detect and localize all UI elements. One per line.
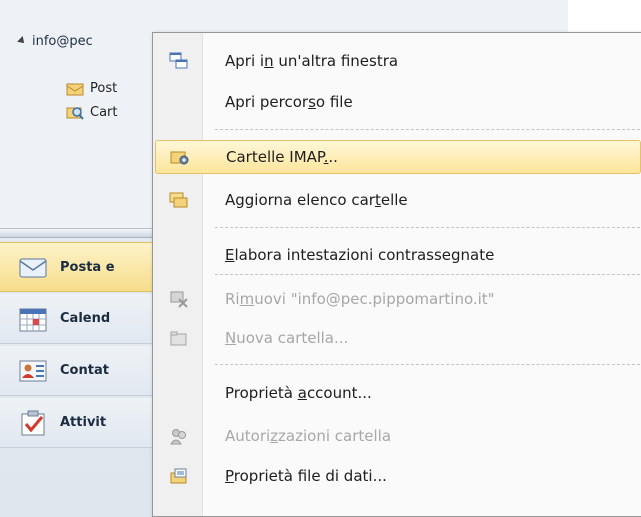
context-menu: Apri in un'altra finestra Apri percorso …	[152, 32, 641, 517]
task-check-icon	[18, 409, 48, 437]
menu-item-label: Rimuovi "info@pec.pippomartino.it"	[225, 290, 495, 308]
collapse-triangle-icon[interactable]	[17, 36, 27, 46]
folder-label: Cart	[90, 104, 118, 120]
menu-item-account-properties[interactable]: Proprietà account...	[155, 376, 641, 410]
menu-item-update-folder-list[interactable]: Aggiorna elenco cartelle	[155, 183, 641, 217]
inbox-folder-icon	[66, 80, 84, 96]
folder-label: Post	[90, 80, 118, 96]
account-node[interactable]: info@pec	[17, 30, 93, 52]
folder-permissions-icon	[155, 419, 203, 453]
menu-separator	[215, 129, 640, 130]
menu-item-label: Cartelle IMAP...	[226, 148, 338, 166]
remove-account-icon	[155, 282, 203, 316]
menu-item-new-folder[interactable]: Nuova cartella...	[155, 321, 641, 355]
menu-separator	[215, 227, 640, 228]
data-file-properties-icon	[155, 459, 203, 493]
menu-item-open-new-window[interactable]: Apri in un'altra finestra	[155, 44, 641, 78]
menu-item-label: Nuova cartella...	[225, 329, 349, 347]
menu-item-label: Aggiorna elenco cartelle	[225, 191, 408, 209]
folder-item-inbox[interactable]: Post	[66, 78, 117, 98]
menu-item-folder-permissions[interactable]: Autorizzazioni cartella	[155, 419, 641, 453]
account-name: info@pec	[32, 33, 93, 49]
new-folder-icon	[155, 321, 203, 355]
nav-label: Calend	[60, 311, 111, 326]
menu-item-label: Proprietà file di dati...	[225, 467, 387, 485]
menu-item-label: Proprietà account...	[225, 384, 372, 402]
mail-envelope-icon	[18, 253, 48, 281]
nav-label: Posta e	[60, 259, 115, 275]
menu-item-label: Elabora intestazioni contrassegnate	[225, 246, 495, 264]
menu-item-process-marked-headers[interactable]: Elabora intestazioni contrassegnate	[155, 238, 641, 272]
folders-refresh-icon	[155, 183, 203, 217]
nav-label: Contat	[60, 363, 109, 378]
contact-card-icon	[18, 357, 48, 385]
open-window-icon	[155, 44, 203, 78]
menu-item-label: Apri percorso file	[225, 93, 353, 111]
calendar-icon	[18, 305, 48, 333]
nav-label: Attivit	[60, 415, 107, 430]
search-folder-icon	[66, 104, 84, 120]
imap-folder-gear-icon	[156, 140, 204, 174]
menu-item-remove-account[interactable]: Rimuovi "info@pec.pippomartino.it"	[155, 282, 641, 316]
menu-item-label: Autorizzazioni cartella	[225, 427, 392, 445]
folder-item-search[interactable]: Cart	[66, 102, 118, 122]
menu-item-label: Apri in un'altra finestra	[225, 52, 399, 70]
menu-item-imap-folders[interactable]: Cartelle IMAP...	[155, 140, 641, 174]
menu-item-open-file-location[interactable]: Apri percorso file	[155, 85, 641, 119]
menu-item-data-file-properties[interactable]: Proprietà file di dati...	[155, 459, 641, 493]
menu-separator	[215, 364, 640, 365]
menu-separator	[215, 274, 640, 275]
